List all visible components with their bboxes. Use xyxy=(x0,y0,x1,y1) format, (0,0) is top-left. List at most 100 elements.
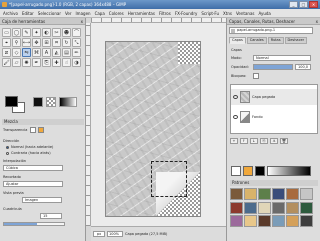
scale-icon[interactable]: ⤡ xyxy=(72,38,81,47)
flip-icon[interactable]: ⇋ xyxy=(22,48,31,57)
eye-icon[interactable] xyxy=(233,115,238,119)
menu-imagen[interactable]: Imagen xyxy=(76,9,91,17)
ink-icon[interactable]: ✒ xyxy=(32,58,41,67)
white-swatch[interactable] xyxy=(231,166,241,176)
paintbrush-icon[interactable]: 🖌 xyxy=(2,58,11,67)
anchor-layer-button[interactable]: ⚓ xyxy=(270,138,278,144)
opacity-value[interactable]: 100,0 xyxy=(295,64,311,70)
pattern-swatch[interactable] xyxy=(286,201,299,214)
rect-select-icon[interactable]: ▭ xyxy=(2,28,11,37)
pattern-swatch[interactable] xyxy=(244,201,257,214)
zoom-select[interactable]: 100% xyxy=(107,231,123,237)
clone-icon[interactable]: ⎘ xyxy=(42,58,51,67)
menu-capa[interactable]: Capa xyxy=(95,9,105,17)
color-picker-icon[interactable]: ⌖ xyxy=(2,38,11,47)
menu-archivo[interactable]: Archivo xyxy=(3,9,18,17)
image-selector[interactable]: papel-arrugado.png-1 xyxy=(229,27,313,34)
tab-capas[interactable]: Capas xyxy=(229,37,246,44)
scissors-select-icon[interactable]: ✂ xyxy=(52,28,61,37)
mode-select[interactable]: Normal xyxy=(253,55,311,61)
orange-swatch[interactable] xyxy=(243,166,253,176)
pattern-swatch[interactable] xyxy=(258,188,271,200)
opacity-bar[interactable] xyxy=(253,64,293,70)
radio-contraria-dot[interactable] xyxy=(6,151,9,155)
menu-filtros[interactable]: Filtros xyxy=(159,9,171,17)
opacity-slider[interactable] xyxy=(3,222,65,226)
radio-normal-dot[interactable] xyxy=(6,145,9,149)
zoom-icon[interactable]: ⚲ xyxy=(12,38,21,47)
toolbox-close-icon[interactable]: x xyxy=(81,18,83,25)
new-layer-button[interactable]: + xyxy=(230,138,238,144)
pattern-swatch[interactable] xyxy=(272,201,285,214)
layers-dock-close-icon[interactable]: x xyxy=(316,18,318,25)
menu-xtns[interactable]: Xtns xyxy=(223,9,232,17)
pattern-swatch[interactable] xyxy=(286,215,299,228)
radio-contraria[interactable]: Contraria (hacia atrás) xyxy=(6,151,51,155)
rotate-icon[interactable]: ↻ xyxy=(62,38,71,47)
pattern-swatch[interactable] xyxy=(258,201,271,214)
foreground-color-swatch[interactable] xyxy=(5,96,18,107)
pattern-swatch[interactable] xyxy=(300,188,313,200)
menu-ver[interactable]: Ver xyxy=(65,9,72,17)
move-icon[interactable]: ✥ xyxy=(32,38,41,47)
align-icon[interactable]: ⊞ xyxy=(42,38,51,47)
menu-colores[interactable]: Colores xyxy=(109,9,124,17)
pattern-preview[interactable] xyxy=(46,97,56,107)
close-button[interactable]: ✕ xyxy=(309,1,318,8)
black-swatch[interactable] xyxy=(255,166,265,176)
transparency-color[interactable] xyxy=(38,127,44,133)
clipping-select[interactable]: Ajustar xyxy=(3,181,63,187)
pencil-icon[interactable]: ✏ xyxy=(72,48,81,57)
lower-layer-button[interactable]: ↓ xyxy=(250,138,258,144)
eraser-icon[interactable]: ▱ xyxy=(12,58,21,67)
bucket-fill-icon[interactable]: ◭ xyxy=(52,48,61,57)
preview-select[interactable]: Imagen xyxy=(22,197,62,203)
blend-icon[interactable]: ▤ xyxy=(62,48,71,57)
radio-normal[interactable]: Normal (hacia adelante) xyxy=(6,145,53,149)
pattern-swatch[interactable] xyxy=(300,215,313,228)
transparency-toggle[interactable] xyxy=(30,127,36,133)
pattern-swatch[interactable] xyxy=(230,188,243,200)
gradient-preview[interactable] xyxy=(59,97,77,107)
tab-deshacer[interactable]: Deshacer xyxy=(284,37,308,44)
fuzzy-select-icon[interactable]: ✦ xyxy=(32,28,41,37)
crop-icon[interactable]: ⌗ xyxy=(52,38,61,47)
tab-rutas[interactable]: Rutas xyxy=(267,37,284,44)
maximize-button[interactable]: □ xyxy=(299,1,308,8)
menu-fx-foundry[interactable]: FX-Foundry xyxy=(175,9,198,17)
menu-editar[interactable]: Editar xyxy=(22,9,34,17)
menu-ventanas[interactable]: Ventanas xyxy=(236,9,255,17)
duplicate-layer-button[interactable]: ⎘ xyxy=(260,138,268,144)
heal-icon[interactable]: ✚ xyxy=(52,58,61,67)
perspective-icon[interactable]: ◇ xyxy=(12,48,21,57)
ellipse-select-icon[interactable]: ◯ xyxy=(12,28,21,37)
layer-row-capa-pegada[interactable]: Capa pegada xyxy=(231,89,317,105)
pattern-swatch[interactable] xyxy=(300,201,313,214)
pattern-swatch[interactable] xyxy=(272,215,285,228)
eye-icon[interactable] xyxy=(233,95,238,99)
unit-select[interactable]: px xyxy=(93,231,105,237)
pattern-swatch[interactable] xyxy=(230,215,243,228)
measure-icon[interactable]: ⟷ xyxy=(22,38,31,47)
minimize-button[interactable]: _ xyxy=(289,1,298,8)
menu-seleccionar[interactable]: Seleccionar xyxy=(38,9,61,17)
interpolation-select[interactable]: Cúbica xyxy=(3,165,63,171)
pattern-swatch[interactable] xyxy=(230,201,243,214)
pattern-swatch[interactable] xyxy=(244,215,257,228)
cage-icon[interactable]: ⌘ xyxy=(32,48,41,57)
grid-spin[interactable]: 15 xyxy=(40,213,62,219)
free-select-icon[interactable]: ✎ xyxy=(22,28,31,37)
pattern-swatch[interactable] xyxy=(286,188,299,200)
pattern-swatch[interactable] xyxy=(258,215,271,228)
paths-icon[interactable]: ⌒ xyxy=(72,28,81,37)
dodge-burn-icon[interactable]: ◑ xyxy=(72,58,81,67)
smudge-icon[interactable]: ☝ xyxy=(62,58,71,67)
shear-icon[interactable]: ⧄ xyxy=(2,48,11,57)
foreground-select-icon[interactable]: ☻ xyxy=(62,28,71,37)
layer-row-fondo[interactable]: Fondo xyxy=(231,109,317,125)
menu-script-fu[interactable]: Script-Fu xyxy=(201,9,219,17)
gradient-swatch[interactable] xyxy=(267,166,311,176)
pattern-swatch[interactable] xyxy=(272,188,285,200)
color-select-icon[interactable]: ◐ xyxy=(42,28,51,37)
delete-layer-button[interactable]: 🗑 xyxy=(280,138,288,144)
